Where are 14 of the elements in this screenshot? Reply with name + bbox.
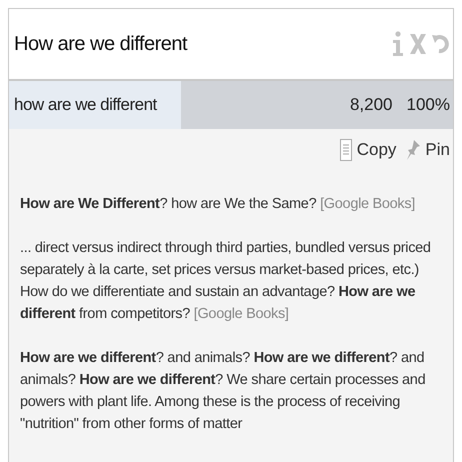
pin-button[interactable]: Pin bbox=[406, 137, 450, 163]
query-text: how are we different bbox=[9, 81, 181, 129]
pin-icon bbox=[406, 140, 420, 160]
snippet-text: How are we different? and animals? How are we different? and animals? How are we different? We share certain processes and powers with plant life. Among these is the process of receiving "nutrition" from other forms of matter bbox=[20, 349, 426, 434]
close-icon[interactable] bbox=[409, 32, 427, 56]
search-title: How are we different bbox=[14, 32, 188, 57]
result-row[interactable]: how are we different 8,200 100% bbox=[9, 81, 453, 129]
document-icon bbox=[340, 139, 352, 161]
share-text: 100% bbox=[406, 94, 450, 116]
info-icon[interactable] bbox=[391, 31, 405, 57]
snippet-text: How are We Different? how are We the Same? [Google Books] bbox=[20, 195, 416, 214]
copy-button[interactable]: Copy bbox=[340, 137, 396, 163]
snippet-text: ... direct versus indirect through third parties, bundled versus priced separately à la carte, set prices versus market-based prices, etc.) How do we differentiate and sustain an advantage? How are we different from competitors? [Google Books] bbox=[20, 239, 432, 324]
count-text: 8,200 bbox=[350, 94, 393, 116]
